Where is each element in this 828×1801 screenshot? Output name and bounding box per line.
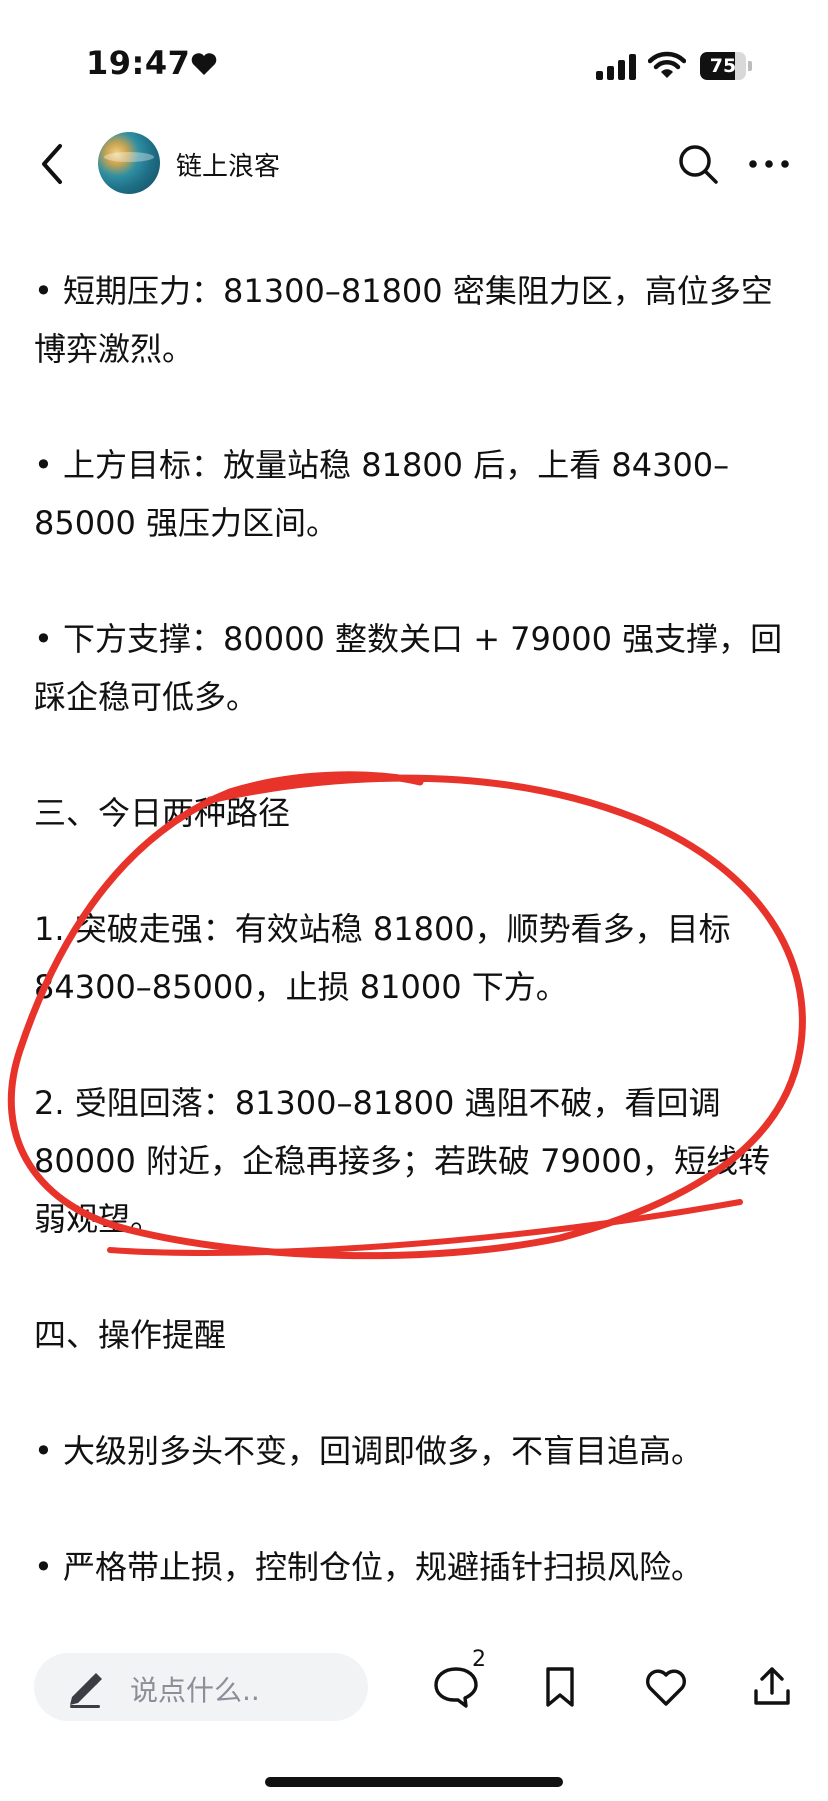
status-bar: 19:47 75: [0, 0, 828, 120]
battery-percentage: 75: [709, 55, 737, 77]
comment-count: 2: [472, 1647, 486, 1672]
wifi-icon: [648, 51, 686, 78]
paragraph-upside-target: • 上方目标：放量站稳 81800 后，上看 84300–85000 强压力区间…: [34, 446, 730, 542]
pen-icon: [70, 1673, 102, 1708]
author-name[interactable]: 链上浪客: [176, 146, 280, 183]
paragraph-reminder-trend: • 大级别多头不变，回调即做多，不盲目追高。: [34, 1432, 704, 1470]
search-icon[interactable]: [676, 142, 720, 186]
heart-icon: [191, 53, 217, 75]
paragraph-short-term-pressure: • 短期压力：81300–81800 密集阻力区，高位多空博弈激烈。: [34, 272, 773, 368]
paragraph-downside-support: • 下方支撑：80000 整数关口 + 79000 强支撑，回踩企稳可低多。: [34, 620, 783, 716]
post-header: 链上浪客: [0, 120, 828, 208]
bookmark-icon[interactable]: [536, 1663, 584, 1711]
share-icon[interactable]: [748, 1663, 796, 1711]
like-heart-icon[interactable]: [642, 1663, 690, 1711]
status-time: 19:47: [86, 44, 191, 82]
paragraph-reminder-stoploss: • 严格带止损，控制仓位，规避插针扫损风险。: [34, 1548, 704, 1586]
section-heading-paths: 三、今日两种路径: [34, 794, 291, 832]
comment-placeholder: 说点什么..: [130, 1674, 260, 1707]
section-heading-reminders: 四、操作提醒: [34, 1316, 227, 1354]
comment-input[interactable]: 说点什么..: [34, 1653, 368, 1721]
back-arrow-icon[interactable]: [38, 142, 66, 186]
article-body: • 短期压力：81300–81800 密集阻力区，高位多空博弈激烈。 • 上方目…: [34, 262, 794, 1654]
home-indicator[interactable]: [265, 1777, 563, 1787]
battery-indicator: 75: [700, 52, 754, 82]
paragraph-path-breakout: 1. 突破走强：有效站稳 81800，顺势看多，目标 84300–85000，止…: [34, 910, 731, 1006]
author-avatar[interactable]: [98, 132, 160, 194]
bottom-action-bar: 说点什么.. 2: [0, 1625, 828, 1801]
paragraph-path-pullback: 2. 受阻回落：81300–81800 遇阻不破，看回调 80000 附近，企稳…: [34, 1084, 770, 1238]
cellular-signal-icon: [596, 54, 636, 80]
more-options-icon[interactable]: [746, 142, 792, 186]
